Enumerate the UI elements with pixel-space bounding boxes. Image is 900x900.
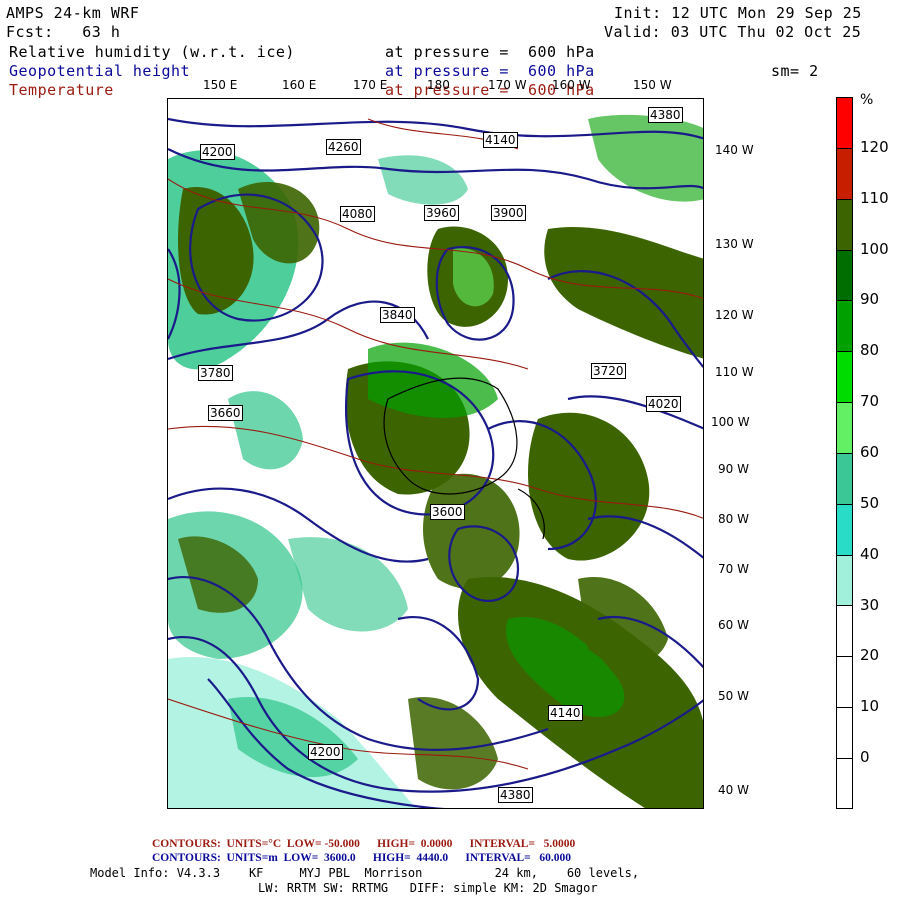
field-height-name: Geopotential height	[9, 62, 191, 80]
contour-label: 4380	[498, 787, 533, 803]
weather-map: 4380 4200 4260 4140 4080 3960 3900 3840 …	[167, 98, 704, 809]
colorbar-tick-label: 40	[860, 544, 880, 563]
contour-label: 4080	[340, 206, 375, 222]
model-title: AMPS 24-km WRF	[6, 4, 140, 22]
colorbar-tick-label: 60	[860, 443, 880, 461]
field-temp-name: Temperature	[9, 81, 114, 99]
colorbar-segment	[836, 351, 853, 403]
colorbar-segment	[836, 452, 853, 504]
field-rh-name: Relative humidity (w.r.t. ice)	[9, 43, 295, 61]
colorbar-tick-label: 70	[860, 392, 880, 411]
lon-label: 150 E	[203, 78, 238, 92]
init-time: Init: 12 UTC Mon 29 Sep 25	[614, 4, 862, 22]
colorbar-segment	[836, 707, 853, 758]
smoothing-label: sm= 2	[771, 62, 819, 80]
lon-label: 160 W	[552, 78, 591, 92]
colorbar-segment	[836, 402, 853, 453]
lon-label: 130 W	[715, 237, 754, 251]
lon-label: 70 W	[718, 562, 749, 576]
contour-label: 4380	[648, 107, 683, 123]
colorbar-segment	[836, 300, 853, 352]
contour-label: 4200	[308, 744, 343, 760]
colorbar-segment	[836, 503, 853, 555]
lon-label: 150 W	[633, 78, 672, 92]
lon-label: 100 W	[711, 415, 750, 429]
field-height-level: at pressure = 600 hPa	[385, 62, 595, 80]
colorbar-segment	[836, 249, 853, 301]
contour-label: 3900	[491, 205, 526, 221]
colorbar-segment	[836, 97, 853, 148]
contour-label: 3840	[380, 307, 415, 323]
colorbar	[836, 97, 853, 809]
colorbar-segment	[836, 605, 853, 657]
lon-label: 160 E	[282, 78, 317, 92]
forecast-hour: Fcst: 63 h	[6, 23, 121, 41]
colorbar-tick-label: 90	[860, 290, 880, 309]
colorbar-tick-label: 0	[860, 748, 870, 767]
colorbar-unit: %	[860, 92, 874, 108]
contour-label: 4140	[483, 132, 518, 148]
lon-label: 110 W	[715, 365, 754, 379]
lon-label: 90 W	[718, 462, 749, 476]
lon-label: 50 W	[718, 689, 749, 703]
lon-label: 60 W	[718, 618, 749, 632]
colorbar-segment	[836, 757, 853, 809]
colorbar-tick-label: 80	[860, 341, 880, 360]
colorbar-segment	[836, 147, 853, 199]
lon-label: 120 W	[715, 308, 754, 322]
lon-label: 170 W	[488, 78, 527, 92]
lon-label: 140 W	[715, 143, 754, 157]
footer-height-contours: CONTOURS: UNITS=m LOW= 3600.0 HIGH= 4440…	[152, 852, 571, 864]
footer-model-info-2: LW: RRTM SW: RRTMG DIFF: simple KM: 2D S…	[258, 881, 598, 895]
footer-temp-contours: CONTOURS: UNITS=°C LOW= -50.000 HIGH= 0.…	[152, 838, 576, 850]
field-rh-level: at pressure = 600 hPa	[385, 43, 595, 61]
contour-label: 4020	[646, 396, 681, 412]
contour-label: 4260	[326, 139, 361, 155]
valid-time: Valid: 03 UTC Thu 02 Oct 25	[604, 23, 862, 41]
footer-model-info: Model Info: V4.3.3 KF MYJ PBL Morrison 2…	[90, 866, 640, 880]
colorbar-segment	[836, 198, 853, 250]
contour-label: 3780	[198, 365, 233, 381]
colorbar-tick-label: 20	[860, 646, 880, 665]
lon-label: 40 W	[718, 783, 749, 797]
colorbar-tick-label: 100	[860, 239, 889, 258]
contour-label: 4140	[548, 705, 583, 721]
colorbar-tick-label: 10	[860, 697, 880, 716]
contour-label: 3600	[430, 504, 465, 520]
colorbar-tick-label: 120	[860, 137, 889, 156]
colorbar-segment	[836, 656, 853, 708]
colorbar-tick-label: 30	[860, 595, 880, 614]
contour-label: 4200	[200, 144, 235, 160]
contour-label: 3660	[208, 405, 243, 421]
lon-label: 80 W	[718, 512, 749, 526]
lon-label: 180	[427, 78, 450, 92]
contour-label: 3960	[424, 205, 459, 221]
lon-label: 170 E	[353, 78, 388, 92]
colorbar-tick-label: 50	[860, 493, 880, 512]
colorbar-tick-label: 110	[860, 188, 889, 207]
contour-label: 3720	[591, 363, 626, 379]
colorbar-segment	[836, 554, 853, 606]
